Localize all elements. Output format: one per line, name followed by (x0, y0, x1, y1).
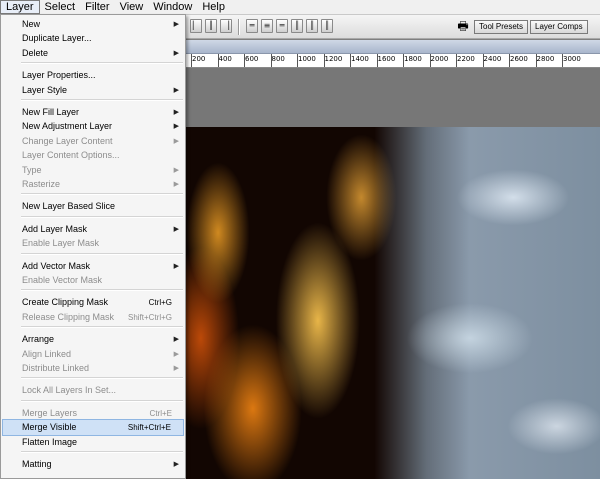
menu-view[interactable]: View (115, 0, 149, 14)
menu-item-label: Arrange (22, 334, 55, 345)
menu-separator (21, 193, 183, 196)
menu-item-label: Flatten Image (22, 436, 78, 447)
distribute-top-icon[interactable]: ═ (246, 19, 258, 33)
submenu-arrow-icon: ▶ (173, 364, 179, 372)
menu-item-label: Layer Properties... (22, 70, 96, 81)
tab-layer-comps[interactable]: Layer Comps (530, 20, 588, 34)
menu-separator (21, 399, 183, 402)
menu-item-label: Enable Vector Mask (22, 275, 103, 285)
menu-item-rasterize: Rasterize ▶ (2, 176, 184, 193)
menu-item-label: New (22, 19, 41, 29)
ruler-label: 2800 (536, 55, 555, 63)
separator (238, 19, 240, 35)
menu-item-label: Merge Layers (22, 407, 78, 418)
submenu-arrow-icon: ▶ (173, 85, 179, 94)
menu-item-matting[interactable]: Matting ▶ (2, 456, 184, 473)
align-center-icon[interactable]: ┃ (205, 19, 217, 33)
distribute-bottom-icon[interactable]: ═ (276, 19, 288, 33)
menu-item-enable-vector-mask: Enable Vector Mask (2, 272, 184, 289)
menu-item-label: New Fill Layer (22, 107, 80, 117)
ruler-label: 1600 (377, 55, 396, 63)
submenu-arrow-icon: ▶ (173, 180, 179, 188)
tab-tool-presets[interactable]: Tool Presets (474, 20, 529, 34)
menu-item-label: Merge Visible (22, 422, 77, 433)
menu-item-label: Layer Style (22, 84, 68, 95)
ruler-label: 2600 (510, 55, 528, 63)
menu-layer[interactable]: Layer (0, 0, 40, 14)
menu-item-label: Matting (22, 459, 52, 469)
menu-bar: Layer Select Filter View Window Help (0, 0, 600, 15)
menu-item-label: Align Linked (22, 348, 72, 359)
menu-filter[interactable]: Filter (80, 0, 114, 14)
menu-item-label: Release Clipping Mask (22, 311, 115, 322)
ruler-label: 800 (271, 55, 285, 63)
ruler-label: 400 (218, 55, 232, 63)
menu-separator (21, 99, 183, 101)
ruler-label: 200 (192, 55, 206, 63)
menu-separator (21, 377, 183, 380)
menu-separator (21, 252, 183, 255)
menu-item-label: New Adjustment Layer (22, 121, 113, 132)
menu-item-shortcut: Shift+Ctrl+G (127, 312, 172, 322)
menu-item-lock-all-layers-in-set: Lock All Layers In Set... (2, 382, 184, 399)
ruler-label: 1400 (351, 55, 369, 63)
menu-item-label: New Layer Based Slice (22, 201, 116, 212)
menu-window[interactable]: Window (148, 0, 197, 14)
menu-item-distribute-linked: Distribute Linked ▶ (2, 360, 184, 377)
menu-item-label: Change Layer Content (22, 135, 113, 146)
ruler-horizontal[interactable]: 200 400 600 800 1000 1200 1400 1600 1800 2000 2200… (160, 54, 600, 68)
distribute-right-icon[interactable]: ║ (321, 19, 333, 33)
document-title-bar[interactable] (160, 40, 600, 54)
align-right-icon[interactable]: ▕ (220, 19, 232, 33)
print-icon[interactable]: 🖶 (455, 18, 471, 34)
menu-item-label: Add Layer Mask (22, 223, 88, 234)
menu-item-new-layer-based-slice[interactable]: New Layer Based Slice (2, 198, 184, 215)
menu-separator (21, 289, 183, 292)
ruler-label: 600 (245, 55, 259, 63)
menu-select[interactable]: Select (40, 0, 81, 14)
menu-item-flatten-image[interactable]: Flatten Image (2, 434, 184, 451)
menu-item-label: Distribute Linked (22, 363, 90, 373)
menu-help[interactable]: Help (197, 0, 230, 14)
menu-separator (21, 326, 183, 329)
menu-item-delete[interactable]: Delete ▶ (2, 45, 184, 62)
menu-item-label: Lock All Layers In Set... (22, 385, 117, 396)
distribute-center-icon[interactable]: ║ (306, 19, 318, 33)
menu-separator (21, 451, 183, 453)
align-buttons: ▏ ┃ ▕ ═ ≡ ═ ║ ║ ║ (190, 19, 333, 35)
image-canvas[interactable] (166, 127, 600, 479)
document-window: 200 400 600 800 1000 1200 1400 1600 1800 2000 2200… (160, 40, 600, 479)
menu-item-label: Enable Layer Mask (22, 238, 100, 249)
menu-item-release-clipping-mask: Release Clipping Mask Shift+Ctrl+G (2, 309, 184, 326)
menu-item-layer-style[interactable]: Layer Style ▶ (2, 82, 184, 99)
ruler-label: 2400 (483, 55, 502, 63)
submenu-arrow-icon: ▶ (173, 48, 179, 57)
align-left-icon[interactable]: ▏ (190, 19, 202, 33)
layer-menu-dropdown: New ▶ Duplicate Layer... Delete ▶ Layer Prope… (0, 14, 186, 479)
ruler-label: 1000 (298, 55, 316, 63)
menu-item-label: Type (22, 164, 42, 175)
menu-item-label: Layer Content Options... (22, 150, 120, 161)
menu-item-label: Add Vector Mask (22, 260, 91, 271)
menu-item-label: Rasterize (22, 179, 61, 189)
palette-well: Tool Presets Layer Comps (474, 20, 600, 36)
menu-item-label: Create Clipping Mask (22, 297, 109, 308)
ruler-label: 3000 (563, 55, 581, 63)
menu-separator (21, 62, 183, 65)
menu-item-enable-layer-mask: Enable Layer Mask (2, 235, 184, 252)
distribute-middle-icon[interactable]: ≡ (261, 19, 273, 33)
menu-item-label: Delete (22, 47, 49, 58)
ruler-label: 1200 (324, 55, 343, 63)
water-image (166, 127, 600, 479)
ruler-label: 2200 (457, 55, 475, 63)
ruler-label: 1800 (404, 55, 422, 63)
distribute-left-icon[interactable]: ║ (291, 19, 303, 33)
ruler-label: 2000 (430, 55, 449, 63)
menu-item-label: Duplicate Layer... (22, 33, 92, 44)
submenu-arrow-icon: ▶ (173, 460, 179, 468)
menu-separator (21, 215, 183, 218)
